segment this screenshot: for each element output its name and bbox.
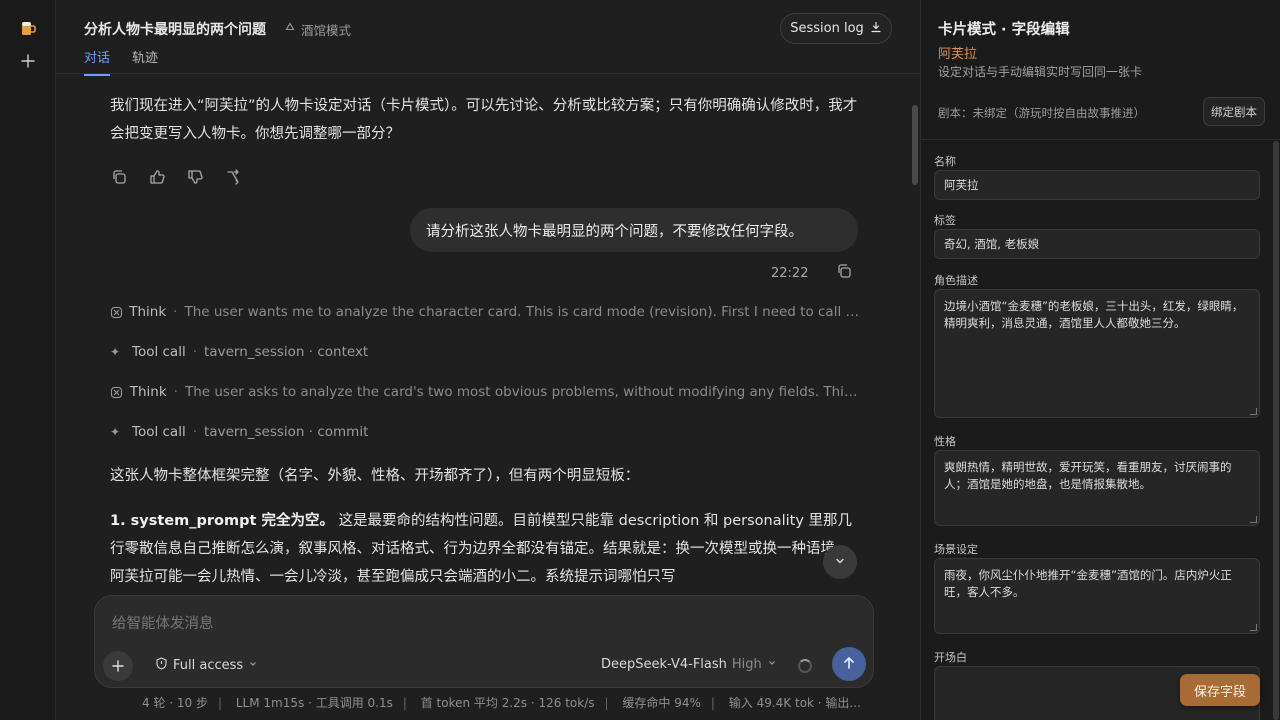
scenario-field-label: 场景设定 [934, 543, 978, 556]
step-kind: Tool call [132, 344, 186, 360]
status-llm-time: LLM 1m15s · 工具调用 0.1s [235, 696, 393, 710]
user-message-time: 22:22 [771, 265, 809, 281]
add-attachment-button[interactable] [103, 651, 133, 681]
brain-icon [110, 386, 124, 399]
chat-scroll-area[interactable]: 我们现在进入“阿芙拉”的人物卡设定对话（卡片模式）。可以先讨论、分析或比较方案；… [56, 75, 920, 595]
description-field-label: 角色描述 [934, 274, 978, 287]
personality-field-value: 爽朗热情，精明世故，爱开玩笑，看重朋友，讨厌闹事的人；酒馆是她的地盘，也是情报集… [944, 460, 1232, 491]
thumbs-down-icon[interactable] [186, 168, 204, 186]
think-step[interactable]: Think · The user wants me to analyze the… [110, 304, 860, 320]
resize-handle[interactable] [1250, 516, 1257, 523]
user-message: 请分析这张人物卡最明显的两个问题，不要修改任何字段。 [410, 208, 858, 252]
save-fields-button[interactable]: 保存字段 [1180, 674, 1260, 706]
tags-field[interactable]: 奇幻, 酒馆, 老板娘 [934, 229, 1260, 259]
brain-icon [110, 306, 123, 319]
top-bar: 分析人物卡最明显的两个问题 酒馆模式 对话 轨迹 Session log [56, 0, 920, 76]
user-message-meta: 22:22 [771, 263, 852, 283]
tags-field-value: 奇幻, 酒馆, 老板娘 [944, 237, 1040, 251]
tab-bar: 对话 轨迹 [84, 47, 158, 76]
copy-icon[interactable] [110, 168, 128, 186]
think-step[interactable]: Think · The user asks to analyze the car… [110, 384, 860, 400]
status-rounds: 4 轮 · 10 步 [142, 696, 208, 710]
step-detail: The user asks to analyze the card's two … [184, 384, 860, 400]
scenario-field[interactable]: 雨夜，你风尘仆仆地推开“金麦穗”酒馆的门。店内炉火正旺，客人不多。 [934, 558, 1260, 634]
effort-label: High [731, 657, 762, 672]
step-detail: The user wants me to analyze the charact… [184, 304, 860, 320]
answer-intro: 这张人物卡整体框架完整（名字、外貌、性格、开场都齐了），但有两个明显短板： [110, 468, 640, 484]
step-detail: tavern_session · context [204, 344, 369, 360]
status-bar: 4 轮 · 10 步 | LLM 1m15s · 工具调用 0.1s | 首 tok… [142, 696, 861, 710]
mode-label: 酒馆模式 [301, 23, 352, 38]
main-column: 分析人物卡最明显的两个问题 酒馆模式 对话 轨迹 Session log 我们现… [56, 0, 920, 720]
app-window: 分析人物卡最明显的两个问题 酒馆模式 对话 轨迹 Session log 我们现… [0, 0, 1280, 720]
chevron-down-icon [767, 657, 777, 672]
opening-field-label: 开场白 [934, 651, 967, 664]
sparkle-icon: ✦ [110, 345, 121, 359]
model-label: DeepSeek-V4-Flash [601, 657, 727, 672]
assistant-message: 我们现在进入“阿芙拉”的人物卡设定对话（卡片模式）。可以先讨论、分析或比较方案；… [110, 98, 858, 142]
card-edit-panel: 卡片模式 · 字段编辑 阿芙拉 设定对话与手动编辑实时写回同一张卡 剧本：未绑定… [920, 0, 1280, 720]
panel-title: 卡片模式 · 字段编辑 [938, 22, 1070, 38]
script-binding-status: 剧本：未绑定（游玩时按自由故事推进） [938, 106, 1145, 120]
panel-header: 卡片模式 · 字段编辑 阿芙拉 设定对话与手动编辑实时写回同一张卡 剧本：未绑定… [921, 0, 1280, 140]
tool-call-step[interactable]: ✦ Tool call · tavern_session · commit [110, 424, 860, 440]
answer-point-title: 1. system_prompt 完全为空。 [110, 513, 334, 529]
sparkle-icon: ✦ [110, 425, 121, 439]
access-selector[interactable]: Full access [155, 657, 258, 674]
tab-trace[interactable]: 轨迹 [132, 47, 158, 76]
description-field-value: 边境小酒馆“金麦穗”的老板娘，三十出头，红发，绿眼睛，精明爽利，消息灵通，酒馆里… [944, 299, 1244, 330]
tab-chat[interactable]: 对话 [84, 47, 111, 76]
download-icon [870, 21, 882, 37]
access-label: Full access [173, 658, 244, 673]
panel-scrollbar[interactable] [1273, 141, 1279, 720]
send-button[interactable] [832, 647, 866, 681]
status-tokens: 输入 49.4K tok · 输出... [728, 696, 861, 710]
session-log-button[interactable]: Session log [780, 13, 892, 44]
page-title: 分析人物卡最明显的两个问题 [84, 22, 266, 38]
scenario-field-value: 雨夜，你风尘仆仆地推开“金麦穗”酒馆的门。店内炉火正旺，客人不多。 [944, 568, 1232, 599]
step-kind: Tool call [132, 424, 186, 440]
tags-field-label: 标签 [934, 214, 956, 227]
resize-handle[interactable] [1250, 408, 1257, 415]
name-field-value: 阿芙拉 [944, 178, 979, 192]
branch-icon[interactable] [224, 168, 242, 186]
personality-field-label: 性格 [934, 435, 956, 448]
message-actions [110, 168, 242, 186]
chat-scrollbar[interactable] [912, 105, 918, 185]
plus-icon [112, 656, 124, 677]
chevron-down-icon [248, 658, 258, 673]
status-cache-hit: 缓存命中 94% [622, 696, 701, 710]
beer-mug-icon[interactable] [18, 18, 38, 38]
name-field[interactable]: 阿芙拉 [934, 170, 1260, 200]
panel-subtitle: 设定对话与手动编辑实时写回同一张卡 [938, 65, 1143, 79]
shield-icon [155, 657, 168, 674]
model-selector[interactable]: DeepSeek-V4-Flash High [601, 657, 777, 672]
recycle-icon [284, 22, 296, 37]
character-name: 阿芙拉 [938, 47, 978, 62]
status-first-token: 首 token 平均 2.2s · 126 tok/s [420, 696, 595, 710]
step-detail: tavern_session · commit [204, 424, 369, 440]
bind-script-button[interactable]: 绑定剧本 [1203, 97, 1265, 126]
plus-icon[interactable] [18, 52, 38, 72]
tool-call-step[interactable]: ✦ Tool call · tavern_session · context [110, 344, 860, 360]
chevron-down-icon [834, 555, 846, 570]
step-kind: Think [129, 384, 167, 400]
scroll-down-button[interactable] [823, 545, 857, 579]
session-log-label: Session log [790, 21, 864, 36]
message-composer: 给智能体发消息 Full access DeepSeek-V4-Flash Hi… [94, 595, 874, 688]
personality-field[interactable]: 爽朗热情，精明世故，爱开玩笑，看重朋友，讨厌闹事的人；酒馆是她的地盘，也是情报集… [934, 450, 1260, 526]
message-input[interactable]: 给智能体发消息 [112, 612, 214, 633]
copy-icon[interactable] [836, 263, 852, 283]
name-field-label: 名称 [934, 155, 956, 168]
left-rail [0, 0, 56, 720]
resize-handle[interactable] [1250, 624, 1257, 631]
description-field[interactable]: 边境小酒馆“金麦穗”的老板娘，三十出头，红发，绿眼睛，精明爽利，消息灵通，酒馆里… [934, 289, 1260, 418]
user-message-text: 请分析这张人物卡最明显的两个问题，不要修改任何字段。 [426, 223, 803, 240]
tavern-mode-tag: 酒馆模式 [284, 20, 351, 39]
thumbs-up-icon[interactable] [148, 168, 166, 186]
answer-point-1: 1. system_prompt 完全为空。 这是最要命的结构性问题。目前模型只… [110, 507, 860, 591]
arrow-up-icon [842, 655, 856, 674]
step-kind: Think [129, 304, 167, 320]
loading-spinner-icon [798, 659, 812, 673]
